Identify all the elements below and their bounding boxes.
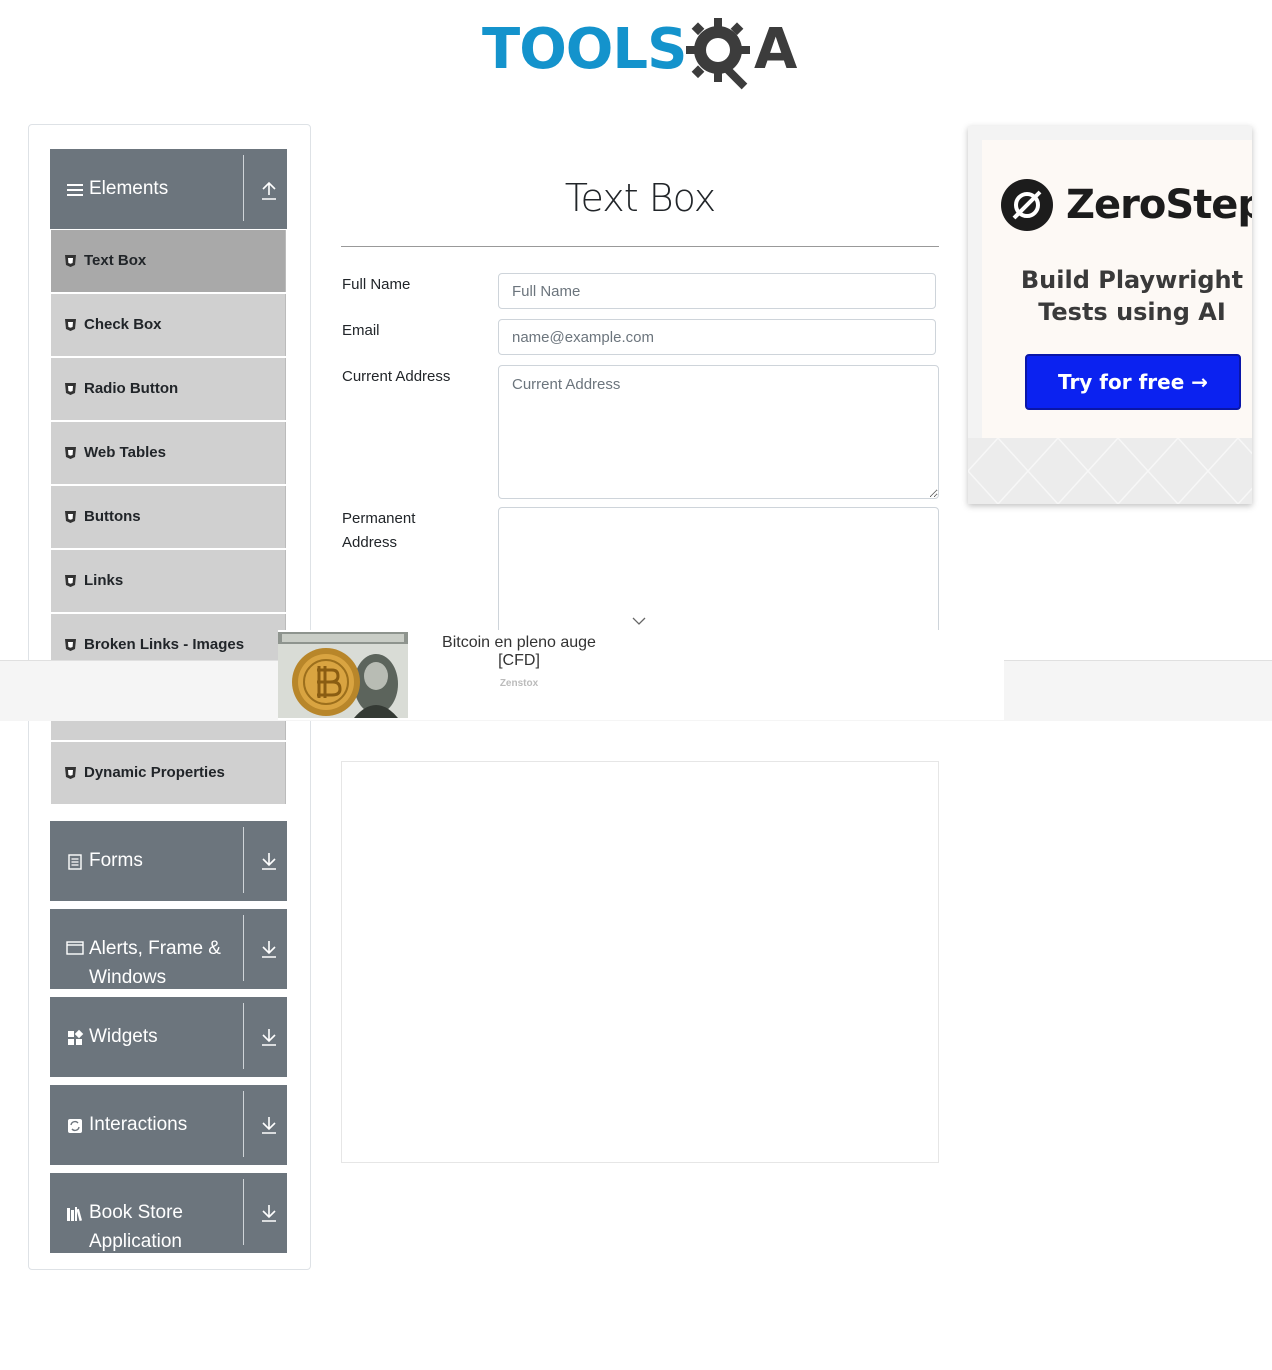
group-label-book-store: Book Store [89, 1202, 183, 1223]
html5-icon [65, 383, 76, 395]
divider [243, 1179, 244, 1245]
page-title: Text Box [564, 176, 716, 220]
permanent-address-textarea[interactable] [498, 507, 939, 647]
menu-item-check-box[interactable]: Check Box [51, 294, 286, 356]
menu-item-label: Text Box [84, 252, 147, 269]
html5-icon [65, 575, 76, 587]
permanent-address-label-line2: Address [342, 534, 398, 551]
menu-item-label: Web Tables [84, 444, 166, 461]
group-header-forms[interactable]: Forms [50, 821, 287, 901]
download-arrow-icon[interactable] [260, 1115, 278, 1135]
bitcoin-ad-title[interactable]: Bitcoin en pleno auge [CFD] [426, 634, 612, 670]
download-arrow-icon[interactable] [260, 851, 278, 871]
menu-item-web-tables[interactable]: Web Tables [51, 422, 286, 484]
divider [243, 1003, 244, 1069]
title-divider [341, 246, 939, 247]
interactions-icon [68, 1119, 82, 1133]
html5-icon [65, 511, 76, 523]
html5-icon [65, 639, 76, 651]
window-icon [66, 941, 84, 955]
toolsqa-logo[interactable]: TOOLS A [482, 16, 804, 92]
form-icon [68, 854, 82, 870]
ad-tagline-line1: Build Playwright [1020, 266, 1244, 294]
bitcoin-ad-title-line2: [CFD] [498, 652, 540, 669]
hamburger-icon [67, 184, 83, 196]
menu-item-label: Radio Button [84, 380, 179, 397]
menu-item-dynamic-properties[interactable]: Dynamic Properties [51, 742, 286, 804]
menu-item-buttons[interactable]: Buttons [51, 486, 286, 548]
current-address-label: Current Address [342, 368, 451, 385]
menu-item-label: Dynamic Properties [84, 764, 225, 781]
email-label: Email [342, 322, 380, 339]
html5-icon [65, 319, 76, 331]
divider [243, 915, 244, 981]
download-arrow-icon[interactable] [260, 939, 278, 959]
group-label-book-store-line2: Application [89, 1231, 182, 1252]
divider [243, 1091, 244, 1157]
html5-icon [65, 447, 76, 459]
upload-arrow-icon[interactable] [260, 181, 278, 201]
output-box [341, 761, 939, 1163]
ad-card: ZeroStep Build Playwright Tests using AI… [982, 140, 1252, 438]
group-header-alerts-frame-windows[interactable]: Alerts, Frame & Windows [50, 909, 287, 989]
full-name-label: Full Name [342, 276, 411, 293]
group-label-widgets: Widgets [89, 1026, 158, 1047]
books-icon [67, 1207, 83, 1222]
current-address-textarea[interactable] [498, 365, 939, 499]
ad-tagline-line2: Tests using AI [1038, 298, 1226, 326]
group-header-elements[interactable]: Elements [50, 149, 287, 229]
group-label-alerts-line2: Windows [89, 967, 167, 988]
menu-item-label: Links [84, 572, 124, 589]
permanent-address-label: Permanent [342, 510, 416, 527]
group-header-book-store[interactable]: Book Store Application [50, 1173, 287, 1253]
html5-icon [65, 255, 76, 267]
bitcoin-dollar-image[interactable] [278, 632, 408, 718]
email-input[interactable] [498, 319, 936, 355]
menu-item-links[interactable]: Links [51, 550, 286, 612]
html5-icon [65, 767, 76, 779]
full-name-input[interactable] [498, 273, 936, 309]
chevron-down-icon[interactable] [632, 616, 646, 626]
menu-item-radio-button[interactable]: Radio Button [51, 358, 286, 420]
widgets-icon [68, 1029, 84, 1045]
logo-tools-text: TOOLS [482, 17, 687, 82]
zerostep-logo-icon [1001, 179, 1053, 231]
download-arrow-icon[interactable] [260, 1203, 278, 1223]
menu-item-label: Buttons [84, 508, 141, 525]
group-label-interactions: Interactions [89, 1114, 188, 1135]
group-header-widgets[interactable]: Widgets [50, 997, 287, 1077]
group-label-elements: Elements [89, 178, 169, 199]
menu-item-label: Broken Links - Images [84, 636, 245, 653]
divider [243, 827, 244, 893]
ad-tagline: Build Playwright Tests using AI [1000, 264, 1252, 328]
bitcoin-ad-source: Zenstox [499, 678, 539, 689]
group-label-alerts: Alerts, Frame & [89, 938, 221, 959]
menu-item-label: Check Box [84, 316, 162, 333]
ad-background-pattern [968, 438, 1252, 504]
try-for-free-button[interactable]: Try for free → [1025, 354, 1241, 410]
ad-brand: ZeroStep [1066, 182, 1252, 228]
divider [243, 155, 244, 221]
bitcoin-ad-title-line1: Bitcoin en pleno auge [442, 634, 596, 651]
zerostep-ad[interactable]: ZeroStep Build Playwright Tests using AI… [968, 126, 1252, 504]
download-arrow-icon[interactable] [260, 1027, 278, 1047]
menu-item-text-box[interactable]: Text Box [51, 230, 286, 292]
logo-a-text: A [754, 17, 798, 82]
gear-magnifier-icon [686, 18, 750, 90]
group-header-interactions[interactable]: Interactions [50, 1085, 287, 1165]
group-label-forms: Forms [89, 850, 143, 871]
